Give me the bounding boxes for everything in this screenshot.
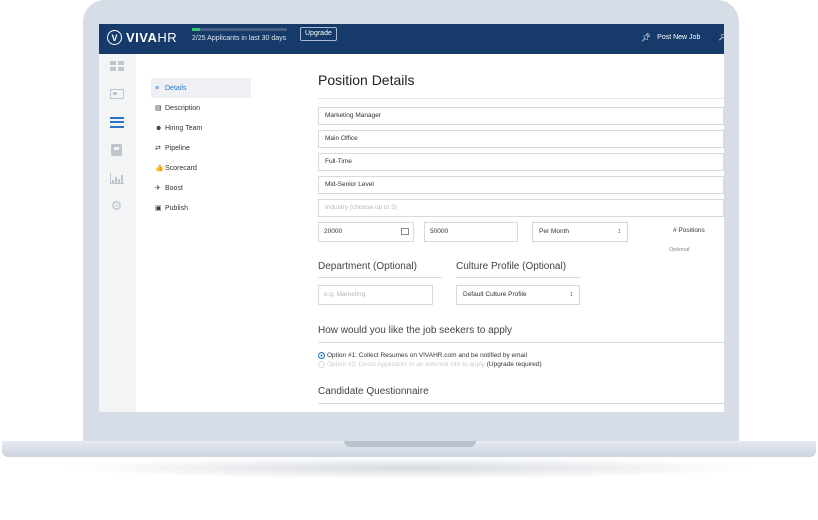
culture-profile-value: Default Culture Profile [463,291,527,298]
menu-item-pipeline[interactable]: ⇄ Pipeline [151,138,251,158]
culture-profile-select[interactable]: Default Culture Profile ↕︎ [456,285,580,305]
applicants-count-text: 2/25 Applicants in last 30 days [192,35,287,42]
position-menu: ≡ Details ▤ Description ☻ Hiring Team ⇄ … [151,78,251,218]
document-icon: ▤ [155,105,162,112]
apply-method-heading: How would you like the job seekers to ap… [318,325,512,336]
plane-icon: ✈ [155,185,161,192]
title-divider [318,98,724,99]
apply-option-1[interactable]: Option #1: Collect Resumes on VIVAHR.com… [318,352,527,359]
menu-item-details[interactable]: ≡ Details [151,78,251,98]
culture-underline [456,277,580,278]
publish-icon: ▣ [155,205,162,212]
logo-wordmark: VIVAHR [126,30,177,45]
apply-heading-underline [318,342,724,343]
positions-input[interactable]: # Positions [668,222,724,242]
questionnaire-underline [318,403,724,404]
select-arrows-icon: ↕︎ [617,228,622,235]
apply-option-2-label: Option #2: Direct Applicants to an exter… [327,361,485,368]
location-input[interactable]: Main Office [318,130,724,148]
notification-icon[interactable]: 📌︎ [718,31,724,42]
pay-period-value: Per Month [539,228,569,235]
select-arrows-icon: ↕︎ [569,291,574,298]
menu-item-publish[interactable]: ▣ Publish [151,198,251,218]
candidates-icon[interactable] [109,144,124,156]
pay-period-select[interactable]: Per Month ↕︎ [532,222,628,242]
post-new-job-label: Post New Job [657,34,701,41]
list-icon[interactable] [109,116,124,128]
team-icon: ☻ [155,124,163,132]
applicants-progress-fill [192,28,200,31]
logo-bold: VIVA [126,30,158,45]
post-new-job-button[interactable]: 📌︎ Post New Job [641,33,700,42]
salary-min-input[interactable]: 20000 [318,222,414,242]
salary-min-value: 20000 [324,228,343,235]
settings-icon[interactable]: ⚙︎ [109,199,124,212]
menu-item-label: Description [165,104,201,112]
thumbs-up-icon: 👍 [155,165,164,172]
app-screen: V VIVAHR 2/25 Applicants in last 30 days… [99,24,724,412]
menu-item-description[interactable]: ▤ Description [151,98,251,118]
upgrade-button[interactable]: Upgrade [300,27,337,41]
questionnaire-heading: Candidate Questionnaire [318,386,429,397]
reports-icon[interactable] [109,172,124,184]
menu-item-label: Hiring Team [165,124,203,132]
department-underline [318,277,442,278]
positions-helper: Optional [669,247,690,253]
logo[interactable]: V VIVAHR [107,30,177,45]
apply-option-2[interactable]: Option #2: Direct Applicants to an exter… [318,361,542,368]
page-title: Position Details [318,72,415,88]
upgrade-required-note: (Upgrade required) [486,361,542,368]
department-label: Department (Optional) [318,261,417,272]
pin-icon: 📌︎ [641,33,652,42]
menu-item-label: Scorecard [165,164,197,172]
industry-select[interactable]: Industry (choose up to 3) [318,199,724,217]
laptop-shadow [60,457,760,479]
calendar-icon [401,228,409,235]
menu-item-scorecard[interactable]: 👍 Scorecard [151,158,251,178]
swap-arrows-icon: ⇄ [155,145,161,152]
icon-rail: ⚙︎ [99,54,136,412]
salary-max-input[interactable]: 50000 [424,222,518,242]
logo-mark: V [107,30,122,45]
menu-item-label: Publish [165,204,188,212]
top-bar: V VIVAHR 2/25 Applicants in last 30 days… [99,24,724,54]
menu-item-boost[interactable]: ✈ Boost [151,178,251,198]
menu-item-hiring-team[interactable]: ☻ Hiring Team [151,118,251,138]
radio-selected[interactable] [318,352,325,359]
menu-item-label: Details [165,84,187,92]
menu-item-label: Pipeline [165,144,190,152]
menu-item-label: Boost [165,184,183,192]
applicants-progress-bar [192,28,287,31]
apply-option-1-label: Option #1: Collect Resumes on VIVAHR.com… [327,352,528,359]
job-title-input[interactable]: Marketing Manager [318,107,724,125]
list-lines-icon: ≡ [155,84,160,92]
dashboard-icon[interactable] [109,60,124,72]
culture-profile-label: Culture Profile (Optional) [456,261,567,272]
employment-type-select[interactable]: Full-Time [318,153,724,171]
department-input[interactable]: e.g. Marketing [318,285,433,305]
laptop-notch [344,441,476,447]
experience-level-select[interactable]: Mid-Senior Level [318,176,724,194]
jobs-icon[interactable] [109,88,124,100]
logo-light: HR [157,30,178,45]
radio-unselected[interactable] [318,361,325,368]
